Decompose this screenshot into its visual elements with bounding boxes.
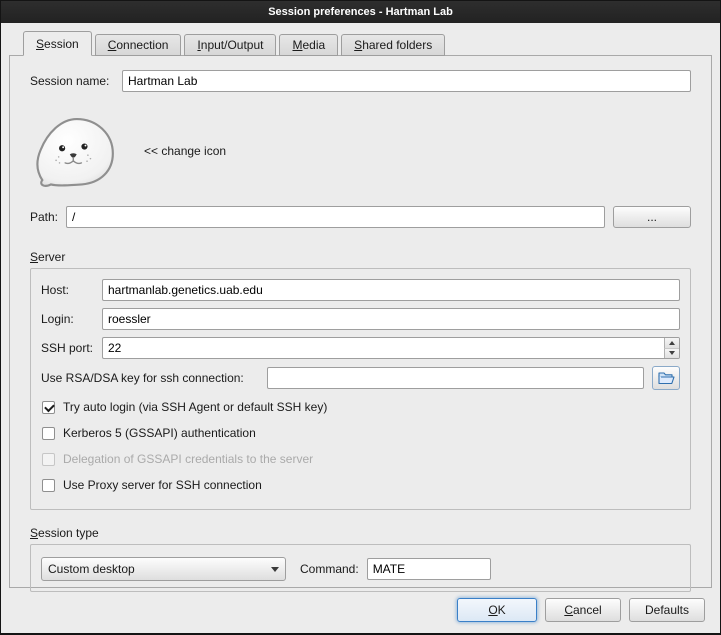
command-label: Command: [300,562,359,576]
spin-buttons [664,338,679,358]
server-group-title: Server [30,250,691,264]
session-type-row: Custom desktop Command: [41,555,680,583]
spin-up-button[interactable] [664,338,679,349]
dialog-button-row: OK Cancel Defaults [9,588,712,622]
rsa-key-input[interactable] [267,367,644,389]
session-type-group-title: Session type [30,526,691,540]
server-group-box: Host: Login: SSH port: [30,268,691,510]
session-type-selected: Custom desktop [48,562,265,576]
checkbox-try-auto-login[interactable]: Try auto login (via SSH Agent or default… [42,397,680,417]
command-input[interactable] [367,558,491,580]
session-preferences-dialog: Session preferences - Hartman Lab Sessio… [0,0,721,635]
chevron-down-icon [271,567,279,572]
titlebar[interactable]: Session preferences - Hartman Lab [1,1,720,23]
ssh-port-input[interactable] [102,337,680,359]
checkbox-label: Delegation of GSSAPI credentials to the … [63,452,313,466]
tab-connection[interactable]: Connection [95,34,182,56]
session-type-group-box: Custom desktop Command: [30,544,691,592]
checkbox-label: Use Proxy server for SSH connection [63,478,262,492]
rsa-key-browse-button[interactable] [652,366,680,390]
tab-input-output[interactable]: Input/Output [184,34,276,56]
session-icon-button[interactable] [32,112,118,191]
tab-bar: Session Connection Input/Output Media Sh… [9,31,712,56]
window-title: Session preferences - Hartman Lab [268,6,453,18]
ssh-port-label: SSH port: [41,341,102,355]
checkbox-box[interactable] [42,479,55,492]
login-row: Login: [41,308,680,330]
checkbox-gssapi-delegation: Delegation of GSSAPI credentials to the … [42,449,680,469]
tab-session[interactable]: Session [23,31,92,56]
checkbox-box[interactable] [42,401,55,414]
login-label: Login: [41,312,102,326]
folder-open-icon [658,371,675,385]
ok-button[interactable]: OK [457,598,537,622]
rsa-key-label: Use RSA/DSA key for ssh connection: [41,371,267,385]
session-name-input[interactable] [122,70,691,92]
session-icon-row: << change icon [32,108,691,194]
path-input[interactable] [66,206,605,228]
path-browse-button[interactable]: ... [613,206,691,228]
checkbox-proxy[interactable]: Use Proxy server for SSH connection [42,475,680,495]
tab-media[interactable]: Media [279,34,338,56]
session-type-group: Session type Custom desktop Command: [30,526,691,592]
tab-shared-folders[interactable]: Shared folders [341,34,445,56]
checkbox-kerberos[interactable]: Kerberos 5 (GSSAPI) authentication [42,423,680,443]
change-icon-label: << change icon [144,144,226,158]
host-label: Host: [41,283,102,297]
spin-down-button[interactable] [664,349,679,359]
checkbox-label: Kerberos 5 (GSSAPI) authentication [63,426,256,440]
path-label: Path: [30,210,66,224]
triangle-down-icon [669,351,675,355]
session-type-dropdown[interactable]: Custom desktop [41,557,286,581]
path-row: Path: ... [30,206,691,228]
seal-icon [32,112,118,188]
checkbox-label: Try auto login (via SSH Agent or default… [63,400,327,414]
tab-pane-session: Session name: [9,55,712,588]
defaults-button[interactable]: Defaults [629,598,705,622]
checkbox-box [42,453,55,466]
ssh-port-row: SSH port: [41,337,680,359]
session-name-row: Session name: [30,70,691,92]
dialog-body: Session Connection Input/Output Media Sh… [1,23,720,634]
host-row: Host: [41,279,680,301]
host-input[interactable] [102,279,680,301]
login-input[interactable] [102,308,680,330]
session-name-label: Session name: [30,74,122,88]
cancel-button[interactable]: Cancel [545,598,621,622]
triangle-up-icon [669,341,675,345]
server-group: Server Host: Login: SSH port: [30,250,691,510]
rsa-key-row: Use RSA/DSA key for ssh connection: [41,366,680,390]
checkbox-box[interactable] [42,427,55,440]
ssh-port-spinbox [102,337,680,359]
